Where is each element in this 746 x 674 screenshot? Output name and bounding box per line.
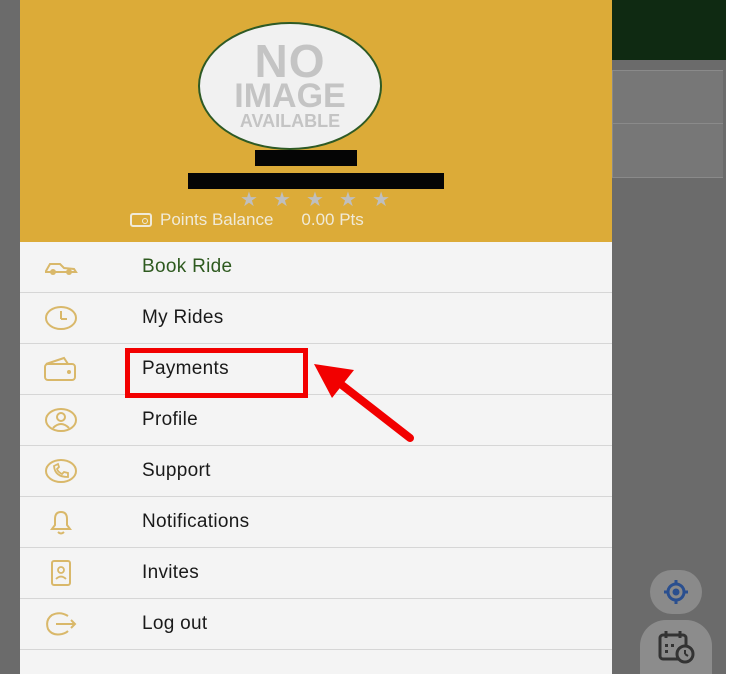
locate-button[interactable]: [650, 570, 702, 614]
points-balance: Points Balance 0.00 Pts: [130, 208, 364, 232]
menu-item-label: My Rides: [142, 307, 224, 328]
screen-edge: [726, 0, 746, 674]
calendar-clock-icon: [658, 631, 695, 664]
menu-item-label: Support: [142, 460, 211, 481]
logout-icon: [36, 606, 86, 642]
drawer-header: NO IMAGE AVAILABLE ★ ★ ★ ★ ★ Points Bala…: [20, 0, 612, 242]
avatar-placeholder-line1: NO: [254, 35, 326, 87]
rating-stars: ★ ★ ★ ★ ★: [240, 190, 390, 210]
menu-item-label: Book Ride: [142, 256, 233, 277]
avatar[interactable]: NO IMAGE AVAILABLE: [198, 22, 382, 150]
menu-item-book-ride[interactable]: Book Ride: [20, 242, 612, 293]
star-icon: ★: [372, 189, 390, 211]
points-label: Points Balance: [160, 210, 274, 229]
bell-icon: [36, 504, 86, 540]
wallet-icon: [36, 351, 86, 387]
points-value: 0.00 Pts: [301, 210, 364, 229]
menu-item-label: Notifications: [142, 511, 250, 532]
menu-item-notifications[interactable]: Notifications: [20, 497, 612, 548]
target-icon: [664, 580, 688, 604]
menu-item-support[interactable]: Support: [20, 446, 612, 497]
clock-icon: [36, 300, 86, 336]
menu-item-log-out[interactable]: Log out: [20, 599, 612, 650]
redacted-user-name: [255, 150, 357, 166]
trip-card: [612, 70, 723, 178]
car-icon: [36, 249, 86, 285]
app-top-bar: [612, 0, 726, 60]
menu-item-my-rides[interactable]: My Rides: [20, 293, 612, 344]
pointer-arrow-icon: [314, 364, 414, 442]
highlight-box: [125, 348, 308, 398]
redacted-user-phone: [188, 173, 444, 189]
invite-icon: [36, 555, 86, 591]
menu-item-invites[interactable]: Invites: [20, 548, 612, 599]
divider: [613, 123, 723, 124]
star-icon: ★: [240, 189, 258, 211]
menu-item-label: Profile: [142, 409, 198, 430]
navigation-drawer: NO IMAGE AVAILABLE ★ ★ ★ ★ ★ Points Bala…: [20, 0, 612, 674]
wallet-icon: [130, 213, 152, 227]
star-icon: ★: [273, 189, 291, 211]
star-icon: ★: [306, 189, 324, 211]
user-icon: [36, 402, 86, 438]
avatar-placeholder-line2: IMAGE: [234, 77, 346, 115]
schedule-button[interactable]: [640, 620, 712, 674]
menu-item-label: Invites: [142, 562, 200, 583]
menu-item-label: Log out: [142, 613, 208, 634]
phone-icon: [36, 453, 86, 489]
avatar-placeholder-line3: AVAILABLE: [239, 111, 341, 131]
star-icon: ★: [339, 189, 357, 211]
